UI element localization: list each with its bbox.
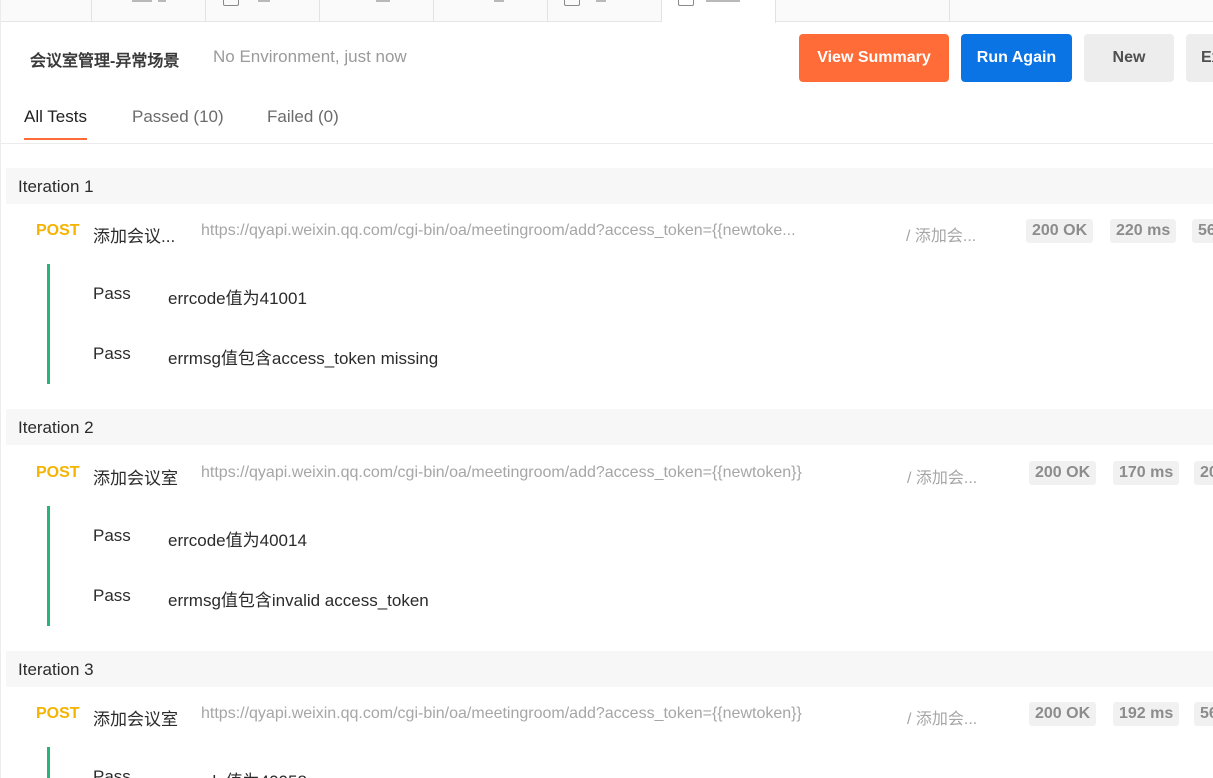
request-name[interactable]: 添加会议室: [93, 464, 178, 489]
run-again-button[interactable]: Run Again: [961, 34, 1072, 82]
iteration-label: Iteration 3: [18, 660, 94, 679]
request-method: POST: [36, 705, 80, 722]
request-name[interactable]: 添加会议室: [93, 705, 178, 730]
response-time-badge: 170 ms: [1113, 461, 1180, 485]
view-summary-button[interactable]: View Summary: [799, 34, 949, 82]
workspace-tab-active[interactable]: [662, 0, 776, 23]
test-results: Pass errcode值为40058: [47, 747, 1207, 778]
response-time-badge: 192 ms: [1113, 702, 1180, 726]
request-method: POST: [36, 222, 80, 239]
request-method: POST: [36, 464, 80, 481]
iteration-header: Iteration 3: [6, 651, 1213, 687]
run-meta: No Environment, just now: [213, 47, 407, 66]
run-title: 会议室管理-异常场景: [30, 53, 180, 70]
test-name: errcode值为41001: [168, 289, 307, 308]
request-folder: / 添加会...: [907, 470, 978, 487]
workspace-tab[interactable]: [776, 0, 950, 22]
test-status: Pass: [93, 767, 131, 778]
status-badge: 200 OK: [1029, 702, 1097, 726]
test-result-row: Pass errmsg值包含access_token missing: [50, 324, 1207, 384]
export-button[interactable]: Ex: [1186, 34, 1213, 82]
workspace-tab[interactable]: [434, 0, 548, 22]
test-status: Pass: [93, 586, 131, 605]
workspace-tab[interactable]: [320, 0, 434, 22]
test-name: errcode值为40014: [168, 531, 307, 550]
iteration-label: Iteration 2: [18, 418, 94, 437]
test-status: Pass: [93, 526, 131, 545]
request-row[interactable]: POST 添加会议室 https://qyapi.weixin.qq.com/c…: [6, 693, 1213, 733]
request-icon: [223, 0, 239, 6]
request-name[interactable]: 添加会议...: [93, 222, 175, 247]
workspace-tab[interactable]: [1, 0, 92, 22]
new-button[interactable]: New: [1084, 34, 1174, 82]
iteration-label: Iteration 1: [18, 177, 94, 196]
request-url[interactable]: https://qyapi.weixin.qq.com/cgi-bin/oa/m…: [201, 705, 802, 723]
response-time-badge: 220 ms: [1110, 219, 1177, 243]
test-result-row: Pass errcode值为41001: [50, 264, 1207, 324]
tabs-divider: [1, 143, 1213, 144]
workspace-tab[interactable]: [548, 0, 662, 22]
test-results: Pass errcode值为41001 Pass errmsg值包含access…: [47, 264, 1207, 384]
test-result-row: Pass errmsg值包含invalid access_token: [50, 566, 1207, 626]
workspace-tab-strip: [1, 0, 1213, 23]
request-row[interactable]: POST 添加会议... https://qyapi.weixin.qq.com…: [6, 210, 1213, 250]
test-results: Pass errcode值为40014 Pass errmsg值包含invali…: [47, 506, 1207, 626]
test-result-row: Pass errcode值为40058: [50, 747, 1207, 778]
response-size-badge: 56: [1194, 702, 1213, 726]
status-badge: 200 OK: [1026, 219, 1094, 243]
tab-failed[interactable]: Failed (0): [267, 107, 339, 138]
test-result-row: Pass errcode值为40014: [50, 506, 1207, 566]
request-folder: / 添加会...: [906, 228, 977, 245]
tab-passed[interactable]: Passed (10): [132, 107, 224, 138]
iteration-header: Iteration 2: [6, 409, 1213, 445]
test-name: errcode值为40058: [168, 767, 307, 778]
test-name: errmsg值包含access_token missing: [168, 349, 439, 368]
test-name: errmsg值包含invalid access_token: [168, 591, 429, 610]
workspace-tab[interactable]: [206, 0, 320, 22]
request-icon: [564, 0, 580, 6]
response-size-badge: 20: [1194, 461, 1213, 485]
iteration-header: Iteration 1: [6, 168, 1213, 204]
runner-icon: [678, 0, 694, 6]
request-url[interactable]: https://qyapi.weixin.qq.com/cgi-bin/oa/m…: [201, 464, 802, 482]
runner-results-view: 会议室管理-异常场景 No Environment, just now View…: [0, 0, 1213, 778]
request-url[interactable]: https://qyapi.weixin.qq.com/cgi-bin/oa/m…: [201, 222, 796, 240]
status-badge: 200 OK: [1029, 461, 1097, 485]
test-status: Pass: [93, 284, 131, 303]
response-size-badge: 56: [1192, 219, 1213, 243]
tab-all-tests[interactable]: All Tests: [24, 107, 87, 140]
request-row[interactable]: POST 添加会议室 https://qyapi.weixin.qq.com/c…: [6, 452, 1213, 492]
request-folder: / 添加会...: [907, 711, 978, 728]
workspace-tab[interactable]: [92, 0, 206, 22]
test-status: Pass: [93, 344, 131, 363]
